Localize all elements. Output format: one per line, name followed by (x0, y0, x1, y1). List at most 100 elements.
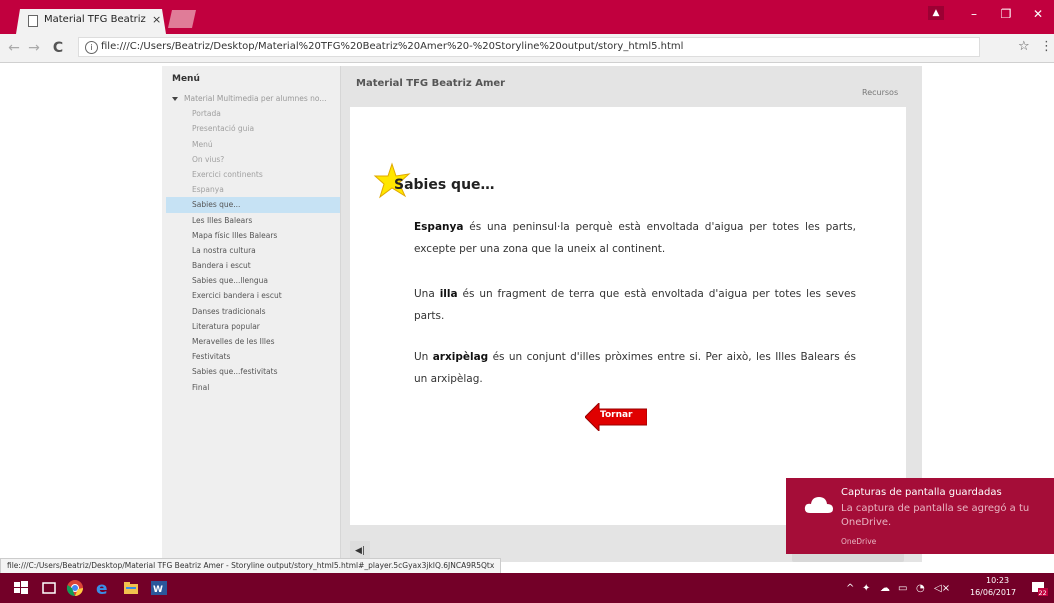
menu-item[interactable]: La nostra cultura (162, 243, 340, 258)
menu-item-label: Literatura popular (192, 321, 260, 331)
menu-item[interactable]: On vius? (162, 152, 340, 167)
notification-body: La captura de pantalla se agregó a tu On… (841, 503, 1030, 528)
menu-item-label: Menú (192, 139, 213, 149)
menu-item[interactable]: Mapa físic Illes Balears (162, 228, 340, 243)
menu-item[interactable]: Presentació guia (162, 121, 340, 136)
menu-item-label: Mapa físic Illes Balears (192, 230, 278, 240)
paragraph-text: és una peninsul·la perquè està envoltada… (414, 221, 856, 255)
forward-button[interactable]: → (26, 40, 42, 56)
menu-item[interactable]: Literatura popular (162, 319, 340, 334)
browser-tab[interactable]: Material TFG Beatriz Ame × (16, 9, 166, 34)
chrome-taskbar-icon[interactable] (66, 579, 84, 597)
menu-item-label: Material Multimedia per alumnes no... (184, 94, 327, 103)
course-title: Material TFG Beatriz Amer (356, 78, 506, 89)
tray-app-icon[interactable]: ✦ (862, 583, 870, 594)
menu-item-label: Bandera i escut (192, 261, 251, 271)
word-taskbar-icon[interactable]: W (150, 579, 168, 597)
menu-title: Menú (172, 74, 200, 84)
term-espanya: Espanya (414, 221, 464, 233)
notification-title: Capturas de pantalla guardadas (841, 487, 1002, 498)
menu-item[interactable]: Meravelles de les Illes (162, 334, 340, 349)
menu-item-label: Danses tradicionals (192, 306, 266, 316)
menu-item-label: Portada (192, 109, 221, 119)
menu-item-label: Exercici bandera i escut (192, 291, 282, 301)
minimize-button[interactable]: – (964, 7, 984, 21)
menu-item[interactable]: Sabies que...llengua (162, 273, 340, 288)
menu-item[interactable]: Les Illes Balears (162, 213, 340, 228)
paragraph-espanya: Espanya és una peninsul·la perquè està e… (414, 216, 856, 260)
notification-source: OneDrive (841, 537, 877, 546)
menu-item-label: Final (192, 382, 210, 392)
menu-item[interactable]: Exercici continents (162, 167, 340, 182)
volume-tray-icon[interactable]: ◁× (934, 583, 950, 594)
menu-item[interactable]: Menú (162, 137, 340, 152)
edge-taskbar-icon[interactable]: e (94, 579, 112, 597)
menu-item-label: On vius? (192, 154, 225, 164)
menu-item-label: Espanya (192, 185, 224, 195)
url-text[interactable]: file:///C:/Users/Beatriz/Desktop/Materia… (101, 41, 683, 52)
maximize-button[interactable]: ❐ (996, 7, 1016, 21)
menu-item[interactable]: Portada (162, 106, 340, 121)
file-explorer-icon[interactable] (122, 579, 140, 597)
reload-button[interactable]: C (50, 40, 66, 56)
caret-down-icon[interactable] (172, 97, 178, 101)
menu-item-label: Festivitats (192, 352, 231, 362)
term-arxipelag: arxipèlag (432, 351, 489, 363)
tab-title: Material TFG Beatriz Ame (44, 14, 148, 25)
menu-item-label: La nostra cultura (192, 245, 256, 255)
clock-date[interactable]: 16/06/2017 (970, 588, 1016, 597)
keyboard-icon[interactable]: ▭ (898, 583, 907, 594)
term-illa: illa (439, 288, 458, 300)
notification-count: 22 (1039, 589, 1047, 597)
paragraph-text: Una (414, 288, 440, 300)
menu-section-header[interactable]: Material Multimedia per alumnes no... (162, 91, 340, 106)
menu-item-label: Meravelles de les Illes (192, 337, 275, 346)
menu-item-label: Sabies que...llengua (192, 276, 269, 286)
menu-item[interactable]: Sabies que...festivitats (162, 364, 340, 379)
network-icon[interactable]: ◔ (916, 583, 925, 594)
tab-close-icon[interactable]: × (152, 13, 161, 26)
tray-app-icon[interactable]: ☁ (880, 583, 890, 594)
svg-text:W: W (153, 585, 163, 595)
tray-chevron-icon[interactable]: ^ (846, 583, 854, 594)
bookmark-star-icon[interactable]: ☆ (1018, 39, 1030, 54)
menu-item-label: Les Illes Balears (192, 215, 253, 225)
menu-item[interactable]: Danses tradicionals (162, 304, 340, 319)
windows-start-icon[interactable] (12, 579, 30, 597)
resources-link[interactable]: Recursos (862, 88, 898, 97)
menu-item[interactable]: Exercici bandera i escut (162, 288, 340, 303)
url-field[interactable]: i file:///C:/Users/Beatriz/Desktop/Mater… (78, 37, 980, 57)
paragraph-illa: Una illa és un fragment de terra que est… (414, 283, 856, 327)
close-window-button[interactable]: ✕ (1028, 7, 1048, 21)
menu-item[interactable]: Bandera i escut (162, 258, 340, 273)
menu-item-label: Exercici continents (192, 169, 263, 179)
menu-item[interactable]: Festivitats (162, 349, 340, 364)
new-tab-button[interactable] (168, 10, 196, 28)
clock-time[interactable]: 10:23 (986, 576, 1009, 585)
menu-item[interactable]: Espanya (162, 182, 340, 197)
paragraph-text: és un fragment de terra que està envolta… (414, 288, 856, 322)
slide-heading: Sabies que… (394, 177, 495, 193)
menu-list: Material Multimedia per alumnes no... Por… (162, 91, 340, 395)
menu-item[interactable]: Sabies que... (166, 197, 340, 213)
onedrive-cloud-icon (804, 497, 833, 513)
back-button[interactable]: ← (6, 40, 22, 56)
status-bar-url: file:///C:/Users/Beatriz/Desktop/Materia… (0, 558, 502, 574)
svg-text:e: e (96, 579, 108, 597)
info-icon[interactable]: i (85, 41, 98, 54)
menu-item-label: Sabies que... (192, 200, 241, 210)
browser-menu-icon[interactable]: ⋮ (1040, 39, 1053, 54)
task-view-icon[interactable] (40, 579, 58, 597)
tornar-button-label[interactable]: Tornar (600, 410, 632, 420)
menu-item-label: Sabies que...festivitats (192, 367, 278, 377)
paragraph-arxipelag: Un arxipèlag és un conjunt d'illes pròxi… (414, 346, 856, 390)
action-center-icon[interactable]: 22 (1030, 579, 1048, 597)
page-icon (28, 15, 38, 27)
menu-item[interactable]: Final (162, 380, 340, 395)
browser-titlebar: Material TFG Beatriz Ame × ▲ – ❐ ✕ (0, 0, 1054, 34)
paragraph-text: Un (414, 351, 433, 363)
menu-sidebar: Menú Material Multimedia per alumnes no.… (162, 66, 341, 560)
address-bar: ← → C i file:///C:/Users/Beatriz/Desktop… (0, 34, 1054, 63)
user-icon[interactable]: ▲ (928, 6, 944, 20)
menu-item-label: Presentació guia (192, 124, 255, 134)
